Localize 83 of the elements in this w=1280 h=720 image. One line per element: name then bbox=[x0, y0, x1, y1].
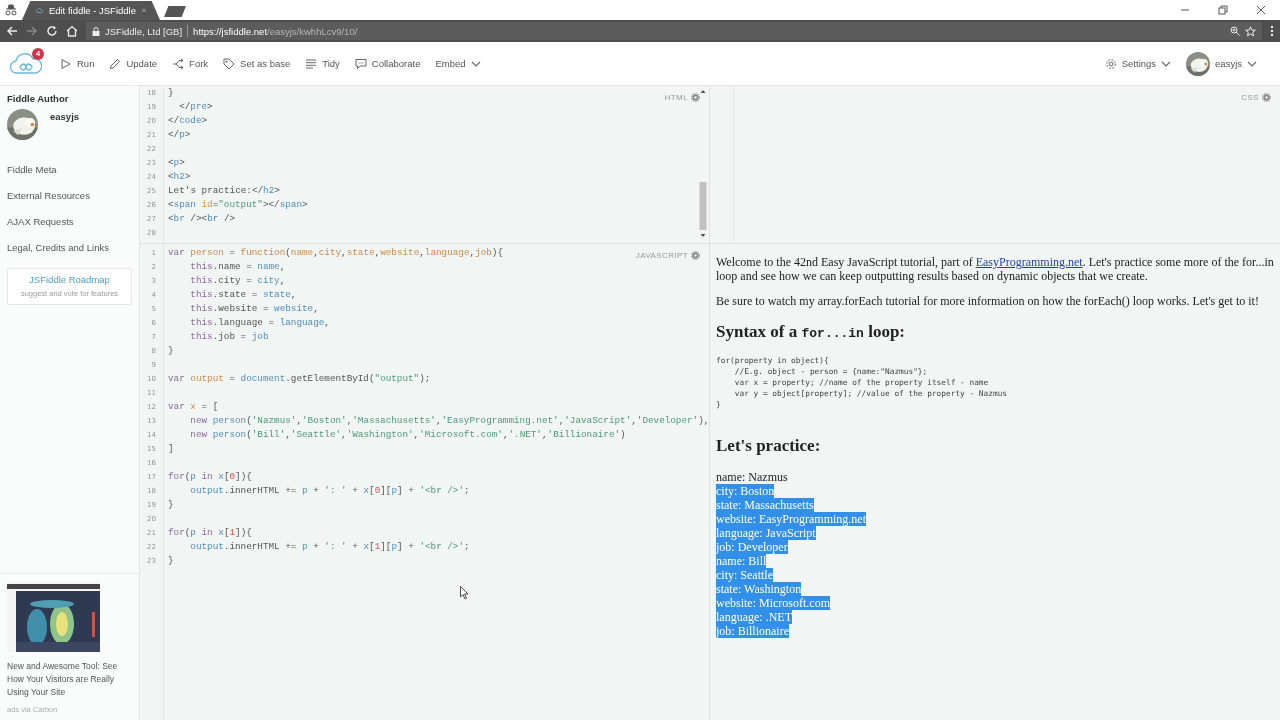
code-line: this.language = language, bbox=[189, 316, 330, 330]
site-identity: JSFiddle, Ltd [GB] bbox=[105, 25, 183, 37]
heading: Let's practice: bbox=[716, 436, 822, 456]
caret-icon bbox=[1247, 59, 1257, 68]
toolbar-button[interactable]: Set as base bbox=[223, 57, 291, 70]
code-line: <br /><br /> bbox=[168, 212, 236, 226]
mouse-cursor-icon bbox=[460, 586, 469, 600]
address-bar[interactable]: JSFiddle, Ltd [GB] https://jsfiddle.net/easyjs/kwhhLcv9/10/ bbox=[86, 22, 1262, 40]
new-tab-button[interactable] bbox=[164, 6, 186, 17]
code-line: output.innerHTML += p + ': ' + x[1][p] + '<br />'; bbox=[189, 540, 470, 554]
code-line: this.website = website, bbox=[189, 302, 319, 316]
chat-icon bbox=[354, 57, 367, 70]
user-menu[interactable]: easyjs bbox=[1186, 51, 1257, 76]
code-line: <p> bbox=[168, 156, 185, 170]
browser-tab[interactable]: Edit fiddle - JSFiddle bbox=[22, 1, 160, 20]
zoom-icon[interactable] bbox=[1230, 26, 1240, 36]
code-line: this.city = city, bbox=[189, 274, 286, 288]
play-icon bbox=[60, 57, 72, 70]
sidebar-item[interactable]: Legal, Credits and Links bbox=[7, 242, 132, 253]
code-line: } bbox=[168, 498, 174, 512]
settings-icon bbox=[1104, 57, 1117, 70]
code-line: var x = [ bbox=[168, 400, 219, 414]
code-line: <span id="output"></span> bbox=[168, 198, 308, 212]
settings-icon bbox=[691, 93, 700, 102]
code-line: var person = function(name,city,state,website,language,job){ bbox=[168, 246, 503, 260]
author-name[interactable]: easyjs bbox=[50, 111, 80, 122]
cloud-icon bbox=[36, 6, 43, 15]
settings-menu[interactable]: Settings bbox=[1104, 57, 1172, 70]
fork-icon bbox=[172, 57, 185, 70]
sidebar-item[interactable]: Fiddle Meta bbox=[7, 164, 132, 175]
toolbar-button[interactable]: Tidy bbox=[305, 57, 340, 70]
tag-icon bbox=[223, 57, 236, 70]
toolbar-button[interactable]: Update bbox=[109, 57, 158, 70]
back-icon[interactable] bbox=[6, 25, 18, 37]
sidebar-item[interactable]: AJAX Requests bbox=[7, 216, 132, 227]
more-menu-icon[interactable] bbox=[1270, 25, 1274, 37]
code-line: <h2> bbox=[168, 170, 191, 184]
settings-icon bbox=[1262, 93, 1271, 102]
code-line: this.state = state, bbox=[189, 288, 297, 302]
cloud-logo-icon[interactable] bbox=[10, 50, 42, 75]
output-line: name: Nazmus bbox=[716, 470, 788, 484]
code-line: ] bbox=[168, 442, 174, 456]
code-line: output.innerHTML += p + ': ' + x[0][p] + '<br />'; bbox=[189, 484, 470, 498]
toolbar-button[interactable]: Fork bbox=[172, 57, 209, 70]
toolbar-button[interactable]: Embed bbox=[435, 58, 481, 69]
lines-icon bbox=[305, 57, 318, 70]
toolbar-button[interactable]: Run bbox=[60, 57, 95, 70]
paragraph: Be sure to watch my array.forEach tutorial for more information on how the forEach() loop works. Let's get to it! bbox=[716, 294, 1260, 308]
code-line: } bbox=[168, 554, 174, 568]
toolbar-button[interactable]: Collaborate bbox=[354, 57, 421, 70]
forward-icon bbox=[26, 25, 38, 37]
link[interactable]: EasyProgramming.net bbox=[975, 255, 1083, 269]
code-line: </p> bbox=[168, 128, 191, 142]
caret-icon bbox=[1161, 59, 1172, 68]
code-line: new person('Nazmus','Boston','Massachusetts','EasyProgramming.net','JavaScript','Developer'), bbox=[189, 414, 709, 428]
url-text: https://jsfiddle.net/easyjs/kwhhLcv9/10/ bbox=[193, 25, 358, 37]
section-heading: Fiddle Author bbox=[7, 93, 70, 104]
code-line: } bbox=[168, 344, 174, 358]
ad-text[interactable]: New and Awesome Tool: See How Your Visitors are Really Using Your Site bbox=[7, 660, 132, 699]
scrollbar[interactable] bbox=[699, 88, 707, 238]
settings-icon bbox=[691, 251, 700, 260]
code-line: this.name = name, bbox=[189, 260, 286, 274]
caret-icon bbox=[470, 59, 481, 68]
code-line: var output = document.getElementById("output"); bbox=[168, 372, 431, 386]
close-icon[interactable] bbox=[1256, 5, 1266, 15]
code-line: } bbox=[168, 86, 174, 100]
code-line: for(p in x[1]){ bbox=[168, 526, 252, 540]
reload-icon[interactable] bbox=[46, 25, 58, 37]
sidebar-item[interactable]: External Resources bbox=[7, 190, 132, 201]
heading: Syntax of a for...in loop: bbox=[716, 322, 906, 343]
code-line: Let's practice:</h2> bbox=[168, 184, 280, 198]
code-line: this.job = job bbox=[189, 330, 269, 344]
restore-icon[interactable] bbox=[1218, 5, 1228, 15]
code-line: </code> bbox=[168, 114, 208, 128]
intro-paragraph: Welcome to the 42nd Easy JavaScript tutorial, part of EasyProgramming.net. Let's practice some more of the for...in loop and see how we can keep outputting results based on dynamic objects that we create. bbox=[716, 255, 1274, 283]
pencil-icon bbox=[109, 57, 122, 70]
home-icon[interactable] bbox=[66, 25, 78, 37]
code-line: for(p in x[0]){ bbox=[168, 470, 252, 484]
lock-icon bbox=[92, 26, 100, 36]
code-line: new person('Bill','Seattle','Washington','Microsoft.com','.NET','Billionaire') bbox=[189, 428, 626, 442]
star-icon[interactable] bbox=[1245, 25, 1256, 37]
code-line: </pre> bbox=[178, 100, 213, 114]
incognito-icon bbox=[4, 4, 18, 16]
